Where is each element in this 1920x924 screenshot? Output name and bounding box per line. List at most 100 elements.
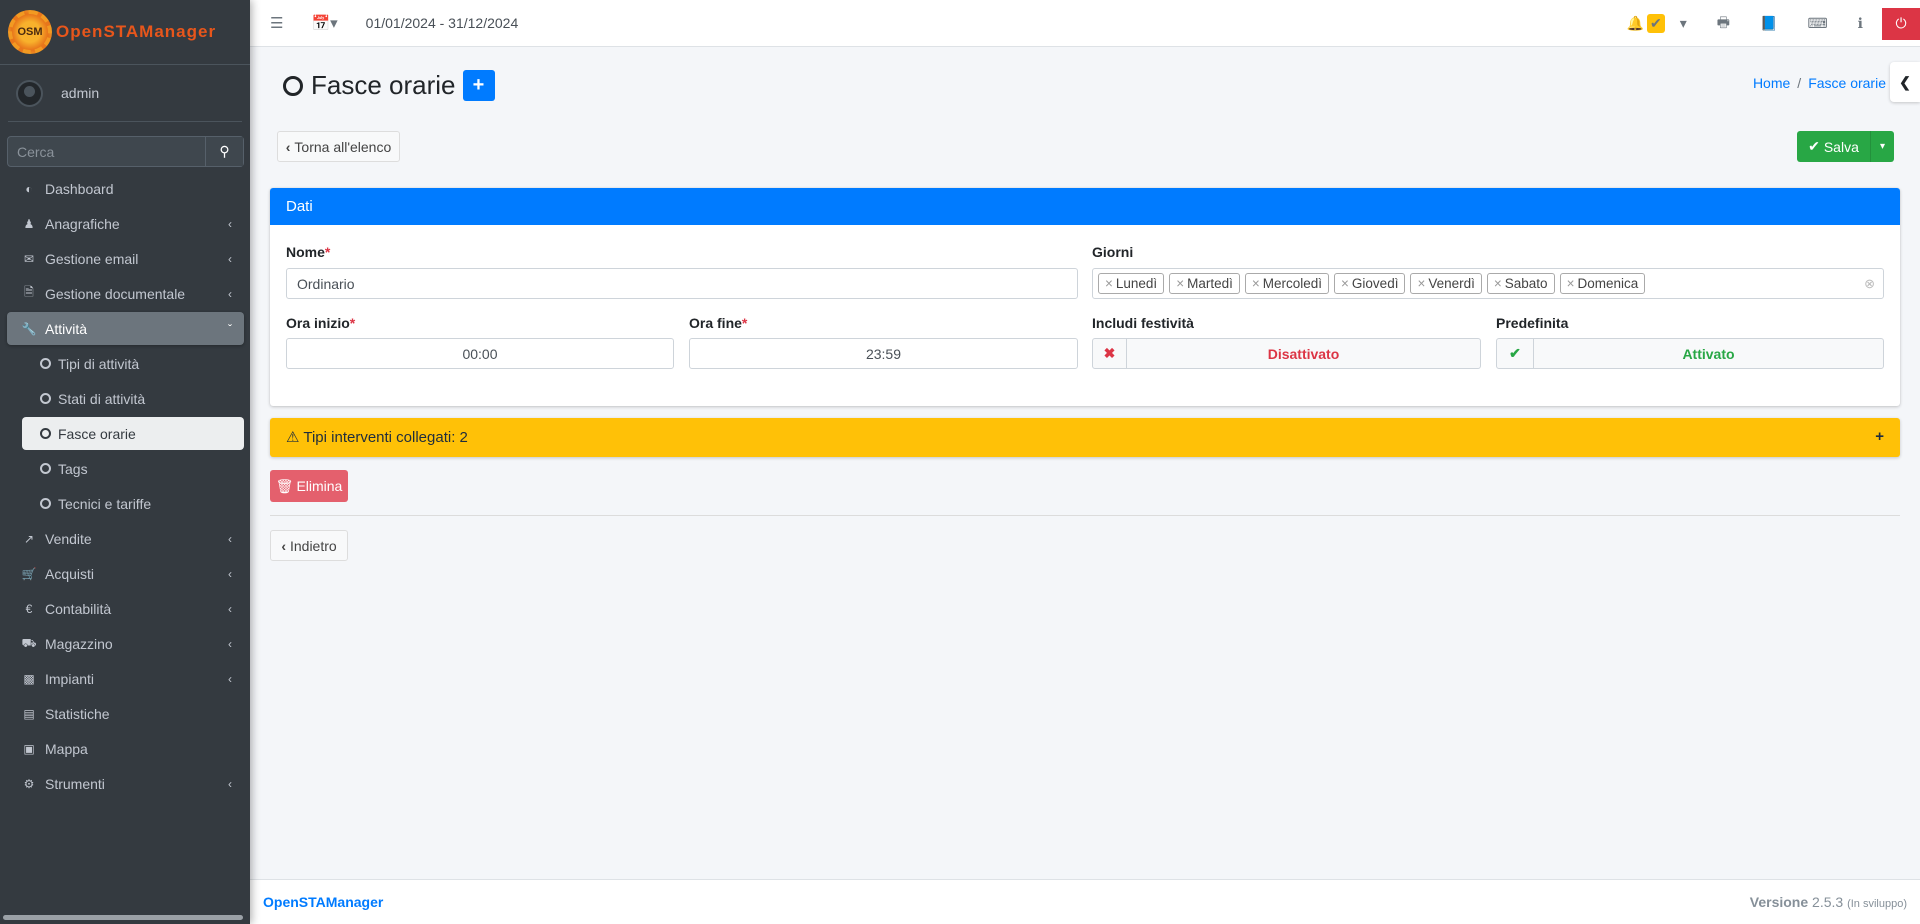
sidebar-item-gestione-documentale[interactable]: 🗎 Gestione documentale ‹ <box>7 277 244 310</box>
chevron-left-icon: ‹ <box>228 671 232 686</box>
giorni-select[interactable]: × Lunedì × Martedì × Mercoledì × Giovedì × Ve… <box>1092 268 1884 299</box>
users-icon: ♟ <box>23 216 35 231</box>
sidebar-menu: ◐ Dashboard ♟ Anagrafiche ‹ ✉ Gestione email… <box>7 172 244 802</box>
breadcrumb-current[interactable]: Fasce orarie <box>1808 75 1886 91</box>
power-icon[interactable]: ⏻ <box>1882 7 1920 40</box>
cart-icon: 🛒 <box>21 566 37 581</box>
remove-icon: × <box>1251 276 1260 291</box>
sidebar-item-attivita[interactable]: 🔧 Attività ˇ <box>7 312 244 345</box>
sidebar-item-statistiche[interactable]: ▤ Statistiche <box>7 697 244 730</box>
control-sidebar-toggle[interactable]: ❮ <box>1890 62 1920 102</box>
add-button[interactable]: + <box>462 70 495 101</box>
notification-check-badge[interactable]: ✔ <box>1647 14 1665 33</box>
check-icon: ✔ <box>1808 138 1820 154</box>
sidebar-item-gestione-email[interactable]: ✉ Gestione email ‹ <box>7 242 244 275</box>
sidebar-item-fasce-orarie[interactable]: Fasce orarie <box>22 417 244 450</box>
save-button-group: ✔ Salva ▾ <box>1797 131 1894 162</box>
sidebar-item-impianti[interactable]: ▩ Impianti ‹ <box>7 662 244 695</box>
file-icon: 🗎 <box>24 285 34 299</box>
circle-icon <box>40 428 51 439</box>
tag-martedi[interactable]: × Martedì <box>1169 273 1240 294</box>
user-name: admin <box>61 85 100 101</box>
search-icon: ⚲ <box>219 143 230 159</box>
sidebar-item-acquisti[interactable]: 🛒 Acquisti ‹ <box>7 557 244 590</box>
cog-icon: ⚙ <box>23 776 35 791</box>
circle-icon <box>40 393 51 404</box>
chevron-left-icon: ❮ <box>1899 73 1911 90</box>
map-icon: ▣ <box>23 741 35 756</box>
chart-line-icon: ↗ <box>23 531 35 546</box>
sidebar-item-vendite[interactable]: ↗ Vendite ‹ <box>7 522 244 555</box>
logo[interactable]: OSM OpenSTAManager <box>0 0 250 65</box>
circle-icon <box>283 75 303 96</box>
includi-festivita-label: Includi festività <box>1092 315 1194 331</box>
sidebar-item-strumenti[interactable]: ⚙ Strumenti ‹ <box>7 767 244 800</box>
dashboard-icon: ◐ <box>25 181 33 196</box>
sidebar-item-magazzino[interactable]: ⛟ Magazzino ‹ <box>7 627 244 660</box>
truck-icon: ⛟ <box>21 635 37 650</box>
sidebar-item-stati-attivita[interactable]: Stati di attività <box>22 382 244 415</box>
chevron-left-icon: ‹ <box>228 216 232 231</box>
save-dropdown-toggle[interactable]: ▾ <box>1870 131 1894 162</box>
remove-icon: × <box>1493 276 1502 291</box>
save-button[interactable]: ✔ Salva <box>1797 131 1870 162</box>
sidebar-item-tags[interactable]: Tags <box>22 452 244 485</box>
puzzle-icon: ▩ <box>23 671 35 686</box>
circle-icon <box>40 358 51 369</box>
nome-input[interactable]: Ordinario <box>286 268 1078 299</box>
sidebar-scrollbar[interactable] <box>3 915 243 920</box>
remove-icon: × <box>1176 276 1185 291</box>
period-range[interactable]: 01/01/2024 - 31/12/2024 <box>366 15 519 31</box>
version-info: Versione 2.5.3 (In sviluppo) <box>1749 894 1907 910</box>
chevron-left-icon: ‹ <box>228 251 232 266</box>
tag-sabato[interactable]: × Sabato <box>1486 273 1555 294</box>
includi-festivita-toggle[interactable]: ✖ Disattivato <box>1092 338 1481 369</box>
search-input[interactable] <box>8 137 205 166</box>
sidebar-item-dashboard[interactable]: ◐ Dashboard <box>7 172 244 205</box>
chevron-left-icon: ‹ <box>228 601 232 616</box>
circle-icon <box>40 463 51 474</box>
sidebar-item-tecnici-tariffe[interactable]: Tecnici e tariffe <box>22 487 244 520</box>
back-button[interactable]: ‹ Indietro <box>270 530 348 561</box>
trash-icon: 🗑 <box>275 477 294 494</box>
info-icon[interactable]: ℹ <box>1858 15 1863 32</box>
breadcrumb-home[interactable]: Home <box>1753 75 1790 91</box>
ora-fine-input[interactable]: 23:59 <box>689 338 1078 369</box>
breadcrumb: Home / Fasce orarie <box>1752 75 1886 91</box>
tag-domenica[interactable]: × Domenica <box>1559 273 1646 294</box>
chevron-left-icon: ‹ <box>228 531 232 546</box>
keyboard-icon[interactable]: ⌨ <box>1807 15 1827 32</box>
page-title: Fasce orarie + <box>283 70 495 101</box>
times-icon: ✖ <box>1093 339 1127 368</box>
tag-venerdi[interactable]: × Venerdì <box>1410 273 1482 294</box>
predefinita-label: Predefinita <box>1496 315 1569 331</box>
back-to-list-button[interactable]: ‹ Torna all'elenco <box>277 131 400 162</box>
clear-icon[interactable]: ⊗ <box>1864 276 1875 292</box>
remove-icon: × <box>1105 276 1113 291</box>
sidebar-item-mappa[interactable]: ▣ Mappa <box>7 732 244 765</box>
tag-mercoledi[interactable]: × Mercoledì <box>1244 273 1330 294</box>
user-panel[interactable]: admin <box>8 65 242 122</box>
ora-inizio-input[interactable]: 00:00 <box>286 338 674 369</box>
sidebar-search: ⚲ <box>7 136 244 167</box>
print-icon[interactable]: 🖶 <box>1717 12 1730 36</box>
wrench-icon: 🔧 <box>21 321 37 336</box>
sidebar-item-tipi-attivita[interactable]: Tipi di attività <box>22 347 244 380</box>
expand-plus-icon[interactable]: + <box>1875 428 1884 445</box>
predefinita-toggle[interactable]: ✔ Attivato <box>1496 338 1884 369</box>
delete-button[interactable]: 🗑 Elimina <box>270 470 348 502</box>
divider <box>270 515 1900 516</box>
search-button[interactable]: ⚲ <box>205 137 243 166</box>
calendar-icon[interactable]: 📅▾ <box>311 14 337 32</box>
bell-icon[interactable]: 🔔 <box>1627 15 1644 32</box>
book-icon[interactable]: 📘 <box>1760 15 1777 32</box>
sidebar-item-contabilita[interactable]: € Contabilità ‹ <box>7 592 244 625</box>
tag-lunedi[interactable]: × Lunedì <box>1098 273 1165 294</box>
linked-types-panel[interactable]: ⚠ Tipi interventi collegati: 2 + <box>270 418 1900 457</box>
sidebar-item-anagrafiche[interactable]: ♟ Anagrafiche ‹ <box>7 207 244 240</box>
footer-brand-link[interactable]: OpenSTAManager <box>263 894 383 910</box>
caret-down-icon[interactable]: ▾ <box>1680 15 1687 32</box>
menu-toggle-icon[interactable]: ☰ <box>270 14 283 32</box>
tag-giovedi[interactable]: × Giovedì <box>1334 273 1406 294</box>
chevron-left-icon: ‹ <box>285 138 291 155</box>
